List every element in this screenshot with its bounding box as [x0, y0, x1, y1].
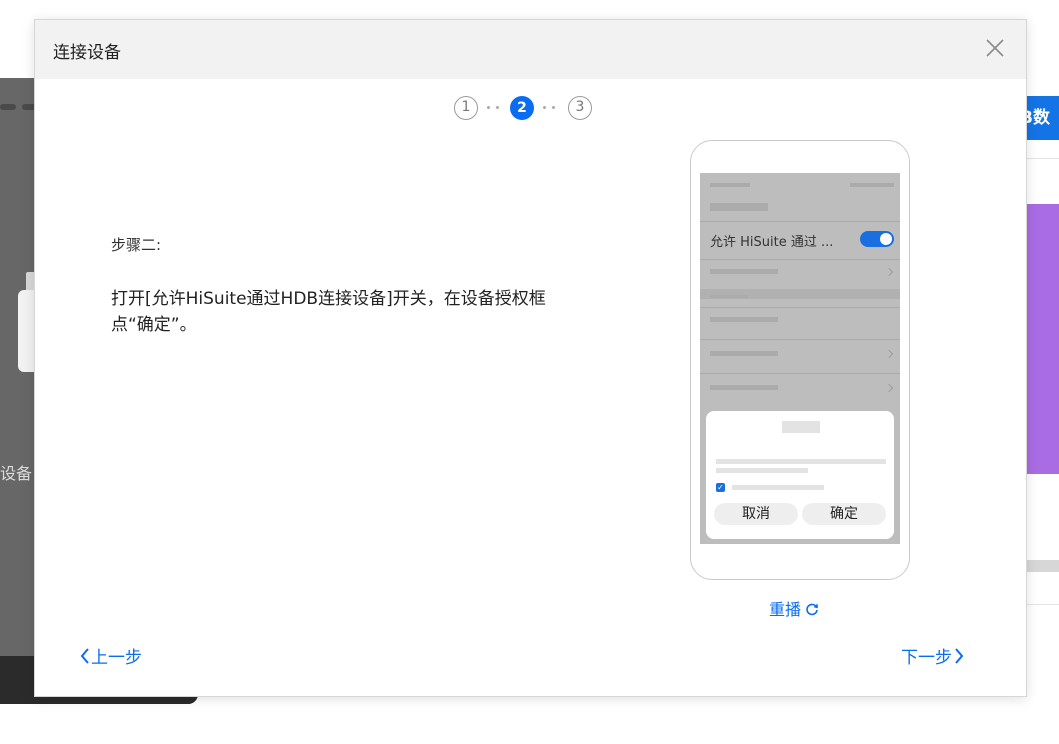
- replay-label: 重播: [769, 600, 802, 619]
- chevron-right-icon: [952, 647, 966, 670]
- phone-screen: 允许 HiSuite 通过 ... ✓ 取消 确定: [700, 173, 900, 544]
- authorization-dialog-illustration: ✓ 取消 确定: [706, 411, 894, 539]
- previous-step-button[interactable]: 上一步: [79, 643, 142, 670]
- toggle-setting-label: 允许 HiSuite 通过 ...: [710, 235, 834, 250]
- previous-step-label: 上一步: [91, 648, 142, 668]
- connect-device-dialog: 连接设备 1 2 3 步骤二: 打开[允许HiSuite通过HDB连接设备]开关…: [34, 19, 1027, 697]
- step-1: 1: [454, 96, 478, 120]
- step-connector: [484, 106, 504, 110]
- step-description: 打开[允许HiSuite通过HDB连接设备]开关，在设备授权框点“确定”。: [111, 289, 546, 335]
- step-3: 3: [568, 96, 592, 120]
- dialog-title: 连接设备: [53, 43, 121, 63]
- step-connector: [540, 106, 560, 110]
- refresh-icon: [805, 602, 819, 621]
- phone-illustration: 允许 HiSuite 通过 ... ✓ 取消 确定: [690, 140, 910, 580]
- close-button[interactable]: [981, 34, 1009, 62]
- replay-button[interactable]: 重播: [769, 596, 819, 621]
- chevron-left-icon: [79, 647, 91, 670]
- next-step-label: 下一步: [901, 648, 952, 668]
- step-label: 步骤二:: [111, 236, 162, 254]
- next-step-button[interactable]: 下一步: [901, 643, 966, 670]
- hdb-toggle-switch: [860, 231, 894, 247]
- checkbox-checked-icon: ✓: [716, 483, 725, 492]
- close-icon: [986, 39, 1004, 57]
- dialog-header: 连接设备: [35, 20, 1026, 79]
- step-indicator: 1 2 3: [454, 96, 604, 122]
- step-2-active: 2: [510, 96, 534, 120]
- auth-cancel-illustration: 取消: [714, 503, 798, 525]
- auth-confirm-illustration: 确定: [802, 503, 886, 525]
- background-text: 设备: [0, 464, 33, 483]
